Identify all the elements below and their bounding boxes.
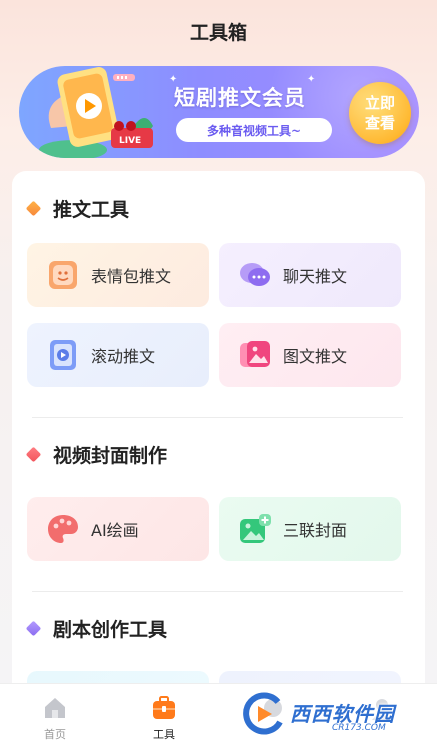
scroll-video-icon [50,340,76,370]
home-icon [45,698,65,718]
section-title-video-cover: 视频封面制作 [25,441,168,468]
tool-label: 图文推文 [283,347,348,366]
emoji-sticker-icon [49,261,77,289]
section-title-text: 剧本创作工具 [53,619,168,641]
section-divider [32,591,403,592]
tab-label: 首页 [44,728,66,741]
phone-video-illustration [39,67,153,158]
diamond-icon [25,446,42,463]
banner-subtitle: 多种音视频工具~ [176,118,332,142]
tool-label: 滚动推文 [91,347,156,366]
palette-icon [48,515,78,543]
page-header: 工具箱 [0,0,437,60]
tool-ai-painting[interactable]: AI绘画 [27,497,209,561]
chat-bubble-icon [240,263,270,286]
banner-title: 短剧推文会员 [174,86,306,110]
image-text-icon [240,341,270,367]
cta-line-1: 立即 [364,94,395,112]
sparkle-icon: ✦ [307,74,316,85]
tool-triptych-cover[interactable]: 三联封面 [219,497,401,561]
membership-banner[interactable]: ✦ ✦ LIVE 短剧推文会员 多种音视频工具~ 立即 查看 [19,66,419,158]
tool-label: 聊天推文 [283,267,348,286]
section-title-text: 视频封面制作 [53,445,168,467]
tab-home[interactable]: 首页 [15,684,95,747]
watermark-logo-icon [243,692,283,735]
watermark-logo: 西西软件园 CR173.COM [236,690,436,738]
tab-tools[interactable]: 工具 [124,684,204,747]
watermark-url: CR173.COM [332,723,386,733]
view-now-button[interactable]: 立即 查看 [349,82,411,144]
section-title-script-tools: 剧本创作工具 [25,615,168,642]
section-title-text: 推文工具 [53,199,130,221]
tool-label: 表情包推文 [91,267,172,286]
tool-emoji-tweet[interactable]: 表情包推文 [27,243,209,307]
tool-chat-tweet[interactable]: 聊天推文 [219,243,401,307]
toolbox-icon [153,696,175,719]
page-title: 工具箱 [189,21,247,44]
tab-label: 工具 [153,728,175,741]
section-divider [32,417,403,418]
live-badge: LIVE [119,136,142,146]
diamond-icon [25,620,42,637]
tool-label: 三联封面 [283,521,348,540]
section-title-tweet-tools: 推文工具 [25,195,130,222]
image-add-icon [240,514,271,543]
tool-image-text-tweet[interactable]: 图文推文 [219,323,401,387]
diamond-icon [25,200,42,217]
tool-scroll-tweet[interactable]: 滚动推文 [27,323,209,387]
cta-line-2: 查看 [364,114,395,132]
tool-label: AI绘画 [91,521,139,540]
tools-card: 推文工具 表情包推文 聊天推文 滚动推文 图文推文 视频封面制作 AI绘画 三联… [12,171,425,747]
